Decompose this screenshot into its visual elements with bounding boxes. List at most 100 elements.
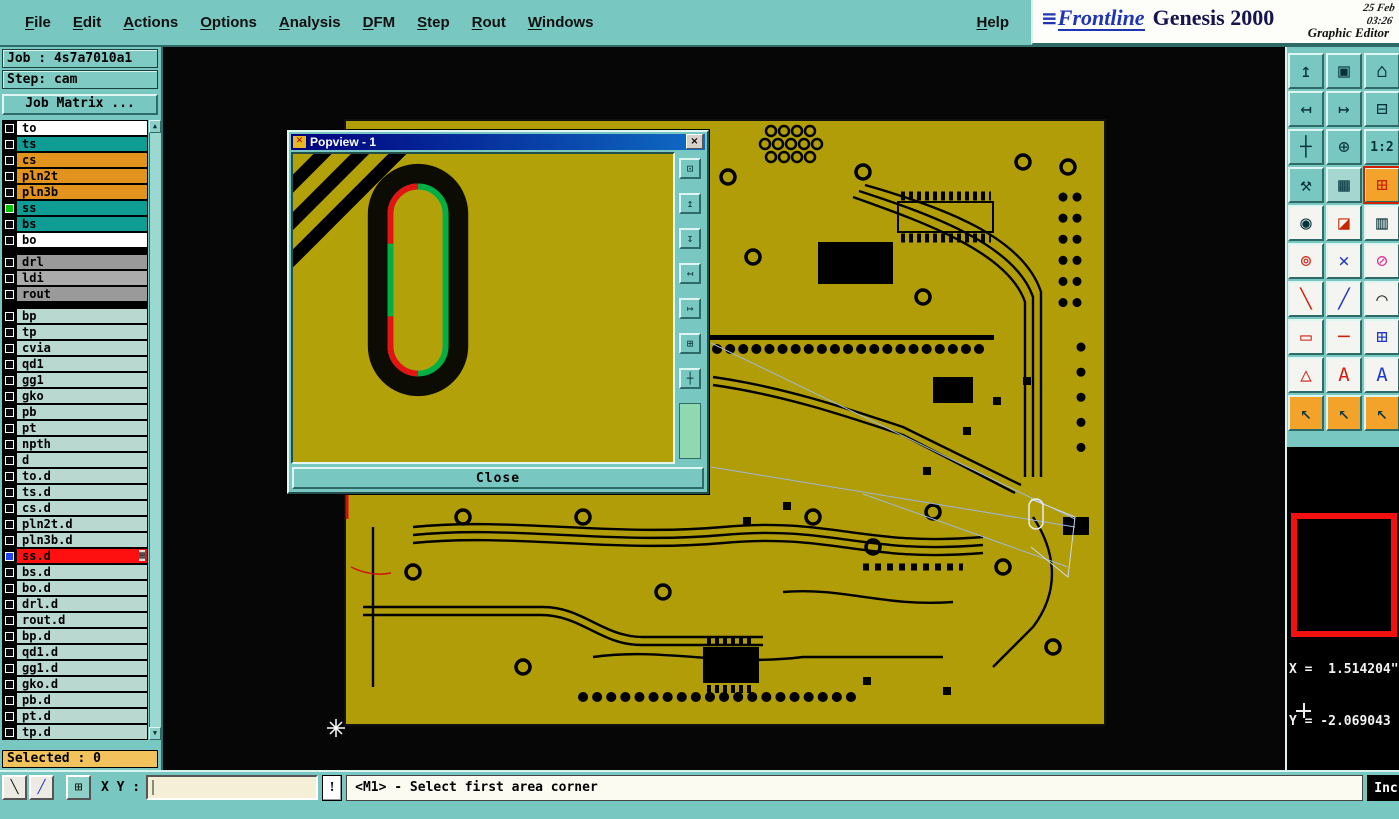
menu-analysis[interactable]: Analysis: [270, 0, 350, 45]
menu-windows[interactable]: Windows: [519, 0, 603, 45]
red-line-icon[interactable]: ╲: [1288, 281, 1324, 317]
menu-file[interactable]: File: [16, 0, 60, 45]
layer-scrollbar[interactable]: ▲ ▼: [149, 120, 161, 740]
layer-row-bp[interactable]: bp: [2, 308, 148, 324]
pad-icon[interactable]: ◉: [1288, 205, 1324, 241]
ruler-icon[interactable]: ▥: [1364, 205, 1399, 241]
layer-row-d[interactable]: d: [2, 452, 148, 468]
zoom-center-icon[interactable]: ⊕: [1326, 129, 1362, 165]
layer-visibility-toggle[interactable]: [2, 340, 17, 356]
layer-visibility-toggle[interactable]: [2, 152, 17, 168]
layer-row-pt[interactable]: pt: [2, 420, 148, 436]
xy-input[interactable]: [146, 775, 319, 800]
layer-row-bp.d[interactable]: bp.d: [2, 628, 148, 644]
popview-close-icon[interactable]: ×: [686, 134, 703, 150]
layer-visibility-toggle[interactable]: [2, 136, 17, 152]
arc-icon[interactable]: ⌒: [1364, 281, 1399, 317]
layer-row-cvia[interactable]: cvia: [2, 340, 148, 356]
scroll-up-icon[interactable]: ▲: [149, 120, 161, 133]
popview-zoom-window-icon[interactable]: ⊡: [679, 157, 701, 179]
menu-actions[interactable]: Actions: [114, 0, 187, 45]
layer-visibility-toggle[interactable]: [2, 644, 17, 660]
layer-visibility-toggle[interactable]: [2, 484, 17, 500]
layer-row-bs.d[interactable]: bs.d: [2, 564, 148, 580]
pan-icon[interactable]: ┼: [1288, 129, 1324, 165]
select-cursor-icon[interactable]: ↖: [1288, 395, 1324, 431]
popview-center-icon[interactable]: ┼: [679, 367, 701, 389]
layer-row-rout[interactable]: rout: [2, 286, 148, 302]
layer-row-ldi[interactable]: ldi: [2, 270, 148, 286]
delete-icon[interactable]: ×: [1326, 243, 1362, 279]
pan-left-icon[interactable]: ↤: [1288, 91, 1324, 127]
diagonal-line-icon[interactable]: ╲: [2, 775, 27, 800]
layer-visibility-toggle[interactable]: [2, 596, 17, 612]
layer-visibility-toggle[interactable]: [2, 254, 17, 270]
layer-visibility-toggle[interactable]: [2, 372, 17, 388]
select-area-cursor-icon[interactable]: ↖: [1364, 395, 1399, 431]
overlay-window-icon[interactable]: ⊞: [66, 775, 91, 800]
layer-visibility-toggle[interactable]: [2, 708, 17, 724]
layer-visibility-toggle[interactable]: [2, 308, 17, 324]
layer-visibility-toggle[interactable]: [2, 216, 17, 232]
job-matrix-button[interactable]: Job Matrix ...: [2, 94, 158, 115]
text-alt-icon[interactable]: A: [1364, 357, 1399, 393]
layer-visibility-toggle[interactable]: [2, 404, 17, 420]
tools-icon[interactable]: ⚒: [1288, 167, 1324, 203]
popview-fit-icon[interactable]: ⊞: [679, 332, 701, 354]
line-icon[interactable]: ─: [1326, 319, 1362, 355]
popview-zoom-in-icon[interactable]: ↥: [679, 192, 701, 214]
layer-row-pln3b.d[interactable]: pln3b.d: [2, 532, 148, 548]
pan-right-icon[interactable]: ↦: [1326, 91, 1362, 127]
layer-row-gko.d[interactable]: gko.d: [2, 676, 148, 692]
pcb-canvas[interactable]: ✕ Popview - 1 × ⊡ ↥ ↧ ↤ ↦ ⊞ ┼ Close: [163, 47, 1285, 770]
layer-row-qd1.d[interactable]: qd1.d: [2, 644, 148, 660]
layer-row-bo.d[interactable]: bo.d: [2, 580, 148, 596]
layer-row-npth[interactable]: npth: [2, 436, 148, 452]
menu-rout[interactable]: Rout: [463, 0, 515, 45]
layer-visibility-toggle[interactable]: [2, 388, 17, 404]
layer-visibility-toggle[interactable]: [2, 548, 17, 564]
alert-button[interactable]: !: [322, 775, 343, 801]
layer-visibility-toggle[interactable]: [2, 420, 17, 436]
layer-row-ss[interactable]: ss: [2, 200, 148, 216]
layer-row-cs.d[interactable]: cs.d: [2, 500, 148, 516]
layer-row-pt.d[interactable]: pt.d: [2, 708, 148, 724]
popview-pan-left-icon[interactable]: ↤: [679, 262, 701, 284]
layer-row-tp[interactable]: tp: [2, 324, 148, 340]
layer-visibility-toggle[interactable]: [2, 120, 17, 136]
layer-row-bs[interactable]: bs: [2, 216, 148, 232]
layer-row-gg1[interactable]: gg1: [2, 372, 148, 388]
layer-row-drl.d[interactable]: drl.d: [2, 596, 148, 612]
layer-visibility-toggle[interactable]: [2, 168, 17, 184]
blue-line-icon[interactable]: ╱: [1326, 281, 1362, 317]
layer-visibility-toggle[interactable]: [2, 724, 17, 740]
draw-line-icon[interactable]: ╱: [29, 775, 54, 800]
layer-visibility-toggle[interactable]: [2, 232, 17, 248]
text-icon[interactable]: A: [1326, 357, 1362, 393]
layer-visibility-toggle[interactable]: [2, 500, 17, 516]
layer-visibility-toggle[interactable]: [2, 692, 17, 708]
popview-zoom-out-icon[interactable]: ↧: [679, 227, 701, 249]
resize-icon[interactable]: ⊞: [1364, 319, 1399, 355]
layer-visibility-toggle[interactable]: [2, 660, 17, 676]
erase-icon[interactable]: ⊘: [1364, 243, 1399, 279]
layer-row-bo[interactable]: bo: [2, 232, 148, 248]
layer-row-gko[interactable]: gko: [2, 388, 148, 404]
layer-visibility-toggle[interactable]: [2, 516, 17, 532]
menu-dfm[interactable]: DFM: [354, 0, 405, 45]
layers-fill-icon[interactable]: ◪: [1326, 205, 1362, 241]
layer-visibility-toggle[interactable]: [2, 184, 17, 200]
layer-visibility-toggle[interactable]: [2, 564, 17, 580]
menu-step[interactable]: Step: [408, 0, 459, 45]
layer-visibility-toggle[interactable]: [2, 452, 17, 468]
layer-visibility-toggle[interactable]: [2, 200, 17, 216]
layer-visibility-toggle[interactable]: [2, 612, 17, 628]
popview-titlebar[interactable]: ✕ Popview - 1 ×: [291, 134, 705, 150]
layer-row-cs[interactable]: cs: [2, 152, 148, 168]
layer-row-ts[interactable]: ts: [2, 136, 148, 152]
layer-visibility-toggle[interactable]: [2, 628, 17, 644]
layer-visibility-toggle[interactable]: [2, 436, 17, 452]
windows-cascade-icon[interactable]: ⊟: [1364, 91, 1399, 127]
layer-visibility-toggle[interactable]: [2, 286, 17, 302]
home-icon[interactable]: ⌂: [1364, 53, 1399, 89]
